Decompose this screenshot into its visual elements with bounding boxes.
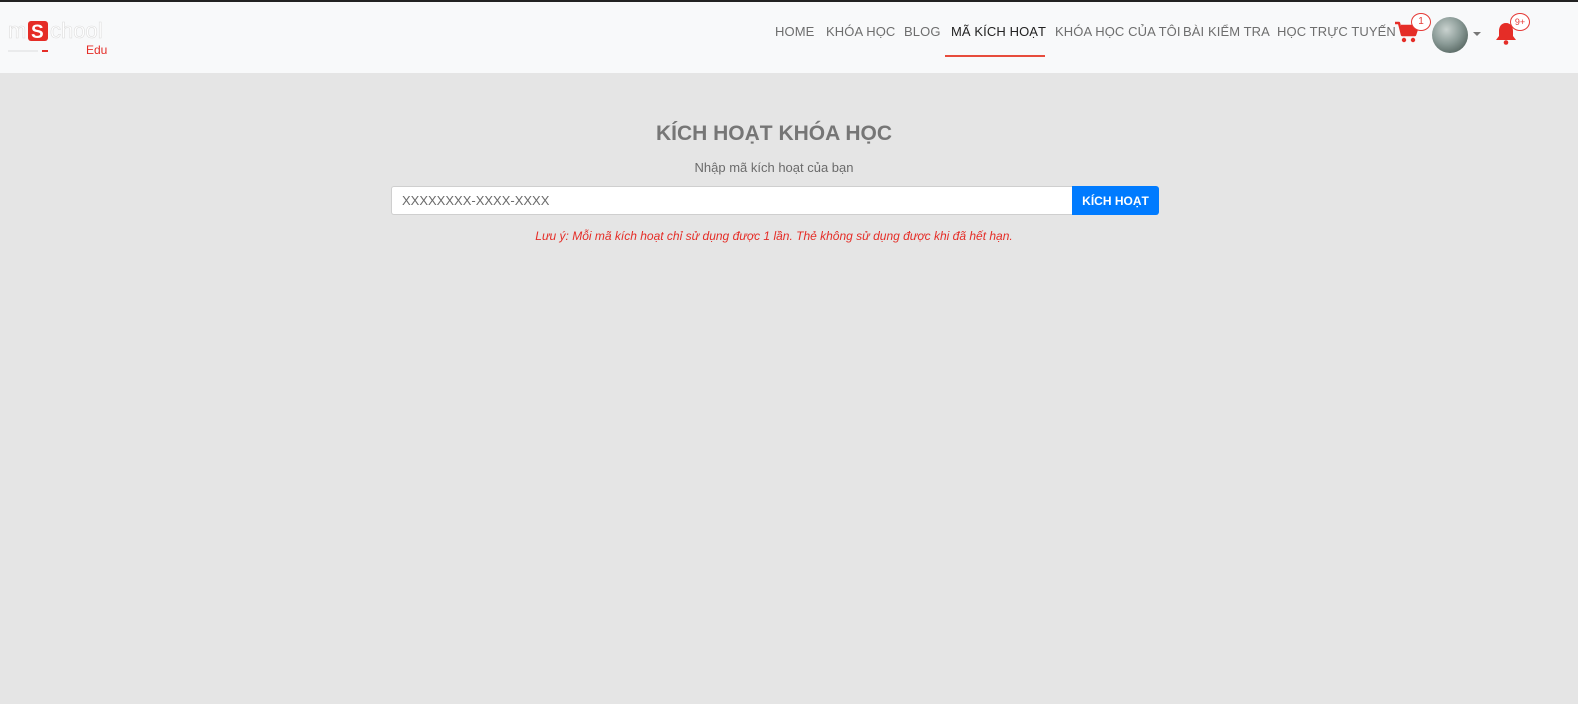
avatar[interactable] [1432,17,1468,53]
nav-tests[interactable]: BÀI KIỂM TRA [1183,24,1270,39]
active-tab-indicator [945,55,1045,57]
chevron-down-icon[interactable] [1473,32,1481,36]
nav-home[interactable]: HOME [775,24,814,39]
cart-count-badge: 1 [1411,13,1431,31]
site-logo[interactable]: m S chool Edu [8,18,120,58]
nav-blog[interactable]: BLOG [904,24,941,39]
nav-my-courses[interactable]: KHÓA HỌC CỦA TÔI [1055,24,1181,39]
activation-note: Lưu ý: Mỗi mã kích hoạt chỉ sử dụng được… [535,229,1013,243]
page-subtitle: Nhập mã kích hoạt của bạn [694,160,854,175]
activate-button[interactable]: KÍCH HOẠT [1072,186,1159,215]
nav-courses[interactable]: KHÓA HỌC [826,24,895,39]
activation-code-input[interactable] [391,186,1073,215]
svg-text:S: S [31,22,44,43]
svg-text:m: m [8,18,26,43]
svg-text:Edu: Edu [86,43,107,57]
nav-online-learning[interactable]: HỌC TRỰC TUYẾN [1277,24,1396,39]
svg-text:chool: chool [50,18,103,43]
notification-count-badge: 9+ [1510,13,1530,31]
top-navbar: m S chool Edu HOME KHÓA HỌC BLOG MÃ KÍCH… [0,2,1578,73]
page-title: KÍCH HOẠT KHÓA HỌC [655,122,893,145]
nav-activation-code[interactable]: MÃ KÍCH HOẠT [951,24,1046,39]
